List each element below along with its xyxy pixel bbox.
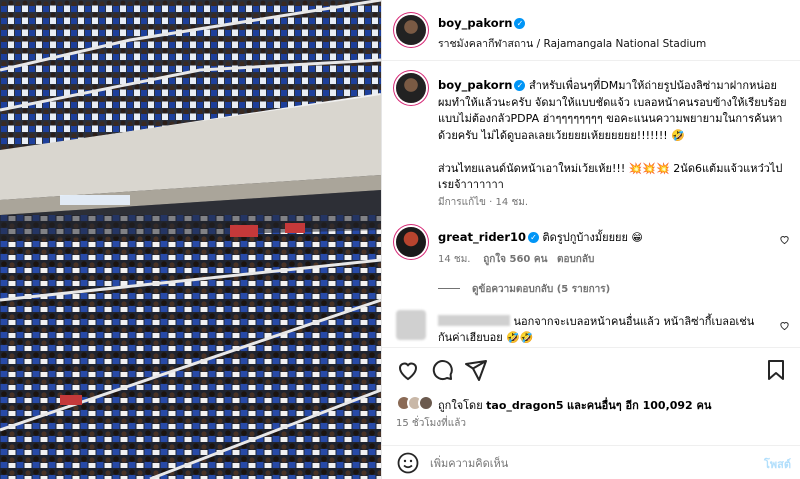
post-caption: boy_pakorn ✓ สำหรับเพื่อนๆที่DMมาให้ถ่ายร… [438, 77, 788, 194]
caption-meta: มีการแก้ไข · 14 ชม. [438, 197, 528, 208]
replies-divider [438, 288, 460, 289]
comment-like-icon[interactable] [779, 320, 790, 331]
commenter-avatar[interactable] [396, 227, 426, 257]
author-name-row[interactable]: boy_pakorn ✓ [438, 16, 526, 30]
bookmark-icon[interactable] [764, 358, 788, 382]
author-username[interactable]: boy_pakorn [438, 16, 512, 30]
author-avatar[interactable] [396, 15, 426, 45]
post-photo[interactable] [0, 0, 381, 479]
liker-avatar [418, 395, 434, 411]
likes-count[interactable]: และคนอื่นๆ อีก 100,092 คน [567, 399, 711, 412]
comment-time: 14 ชม. [438, 254, 471, 265]
caption-avatar[interactable] [396, 73, 426, 103]
post-header: boy_pakorn ✓ ราชมังคลากีฬาสถาน / Rajamang… [382, 0, 800, 61]
reply-button[interactable]: ตอบกลับ [557, 254, 594, 265]
comment-item-2: นอกจากจะเบลอหน้าคนอื่นแล้ว หน้าลิซ่ากี้เ… [438, 314, 768, 346]
view-replies-button[interactable]: ดูข้อความตอบกลับ (5 รายการ) [438, 282, 610, 297]
verified-badge-icon: ✓ [514, 80, 526, 91]
likes-summary: ถูกใจโดย tao_dragon5 และคนอื่นๆ อีก 100,… [438, 396, 711, 414]
action-bar: ถูกใจโดย tao_dragon5 และคนอื่นๆ อีก 100,… [382, 347, 800, 445]
comment-meta: 14 ชม. ถูกใจ 560 คน ตอบกลับ [438, 252, 594, 267]
comment-item: great_rider10 ✓ ติดรูปกูบ้างมั้ยยยย 😁 [438, 229, 643, 246]
stadium-crowd-image [0, 0, 381, 479]
view-replies-text[interactable]: ดูข้อความตอบกลับ (5 รายการ) [472, 284, 610, 295]
comment-text: ติดรูปกูบ้างมั้ยยยย 😁 [542, 231, 643, 244]
emoji-icon[interactable] [396, 451, 420, 475]
comment-likes[interactable]: ถูกใจ 560 คน [483, 254, 547, 265]
verified-badge-icon: ✓ [528, 232, 540, 243]
comment-username[interactable]: great_rider10 [438, 230, 526, 244]
verified-badge-icon: ✓ [514, 18, 526, 29]
likes-prefix: ถูกใจโดย [438, 399, 483, 412]
post-location[interactable]: ราชมังคลากีฬาสถาน / Rajamangala National… [438, 35, 706, 52]
comment-composer: โพสต์ [382, 445, 800, 479]
comment-input[interactable] [430, 453, 730, 473]
share-icon[interactable] [464, 358, 488, 382]
comment-icon[interactable] [430, 358, 454, 382]
caption-text: สำหรับเพื่อนๆที่DMมาให้ถ่ายรูปน้องลิซ่าม… [438, 79, 787, 191]
heart-icon[interactable] [396, 358, 420, 382]
liker-username[interactable]: tao_dragon5 [486, 399, 563, 412]
post-timestamp[interactable]: 15 ชั่วโมงที่แล้ว [396, 416, 466, 431]
post-panel: boy_pakorn ✓ ราชมังคลากีฬาสถาน / Rajamang… [381, 0, 800, 479]
caption-username[interactable]: boy_pakorn [438, 78, 512, 92]
blurred-avatar [396, 310, 426, 340]
comment-like-icon[interactable] [779, 234, 790, 245]
post-comment-button[interactable]: โพสต์ [764, 455, 791, 473]
blurred-username [438, 315, 510, 326]
